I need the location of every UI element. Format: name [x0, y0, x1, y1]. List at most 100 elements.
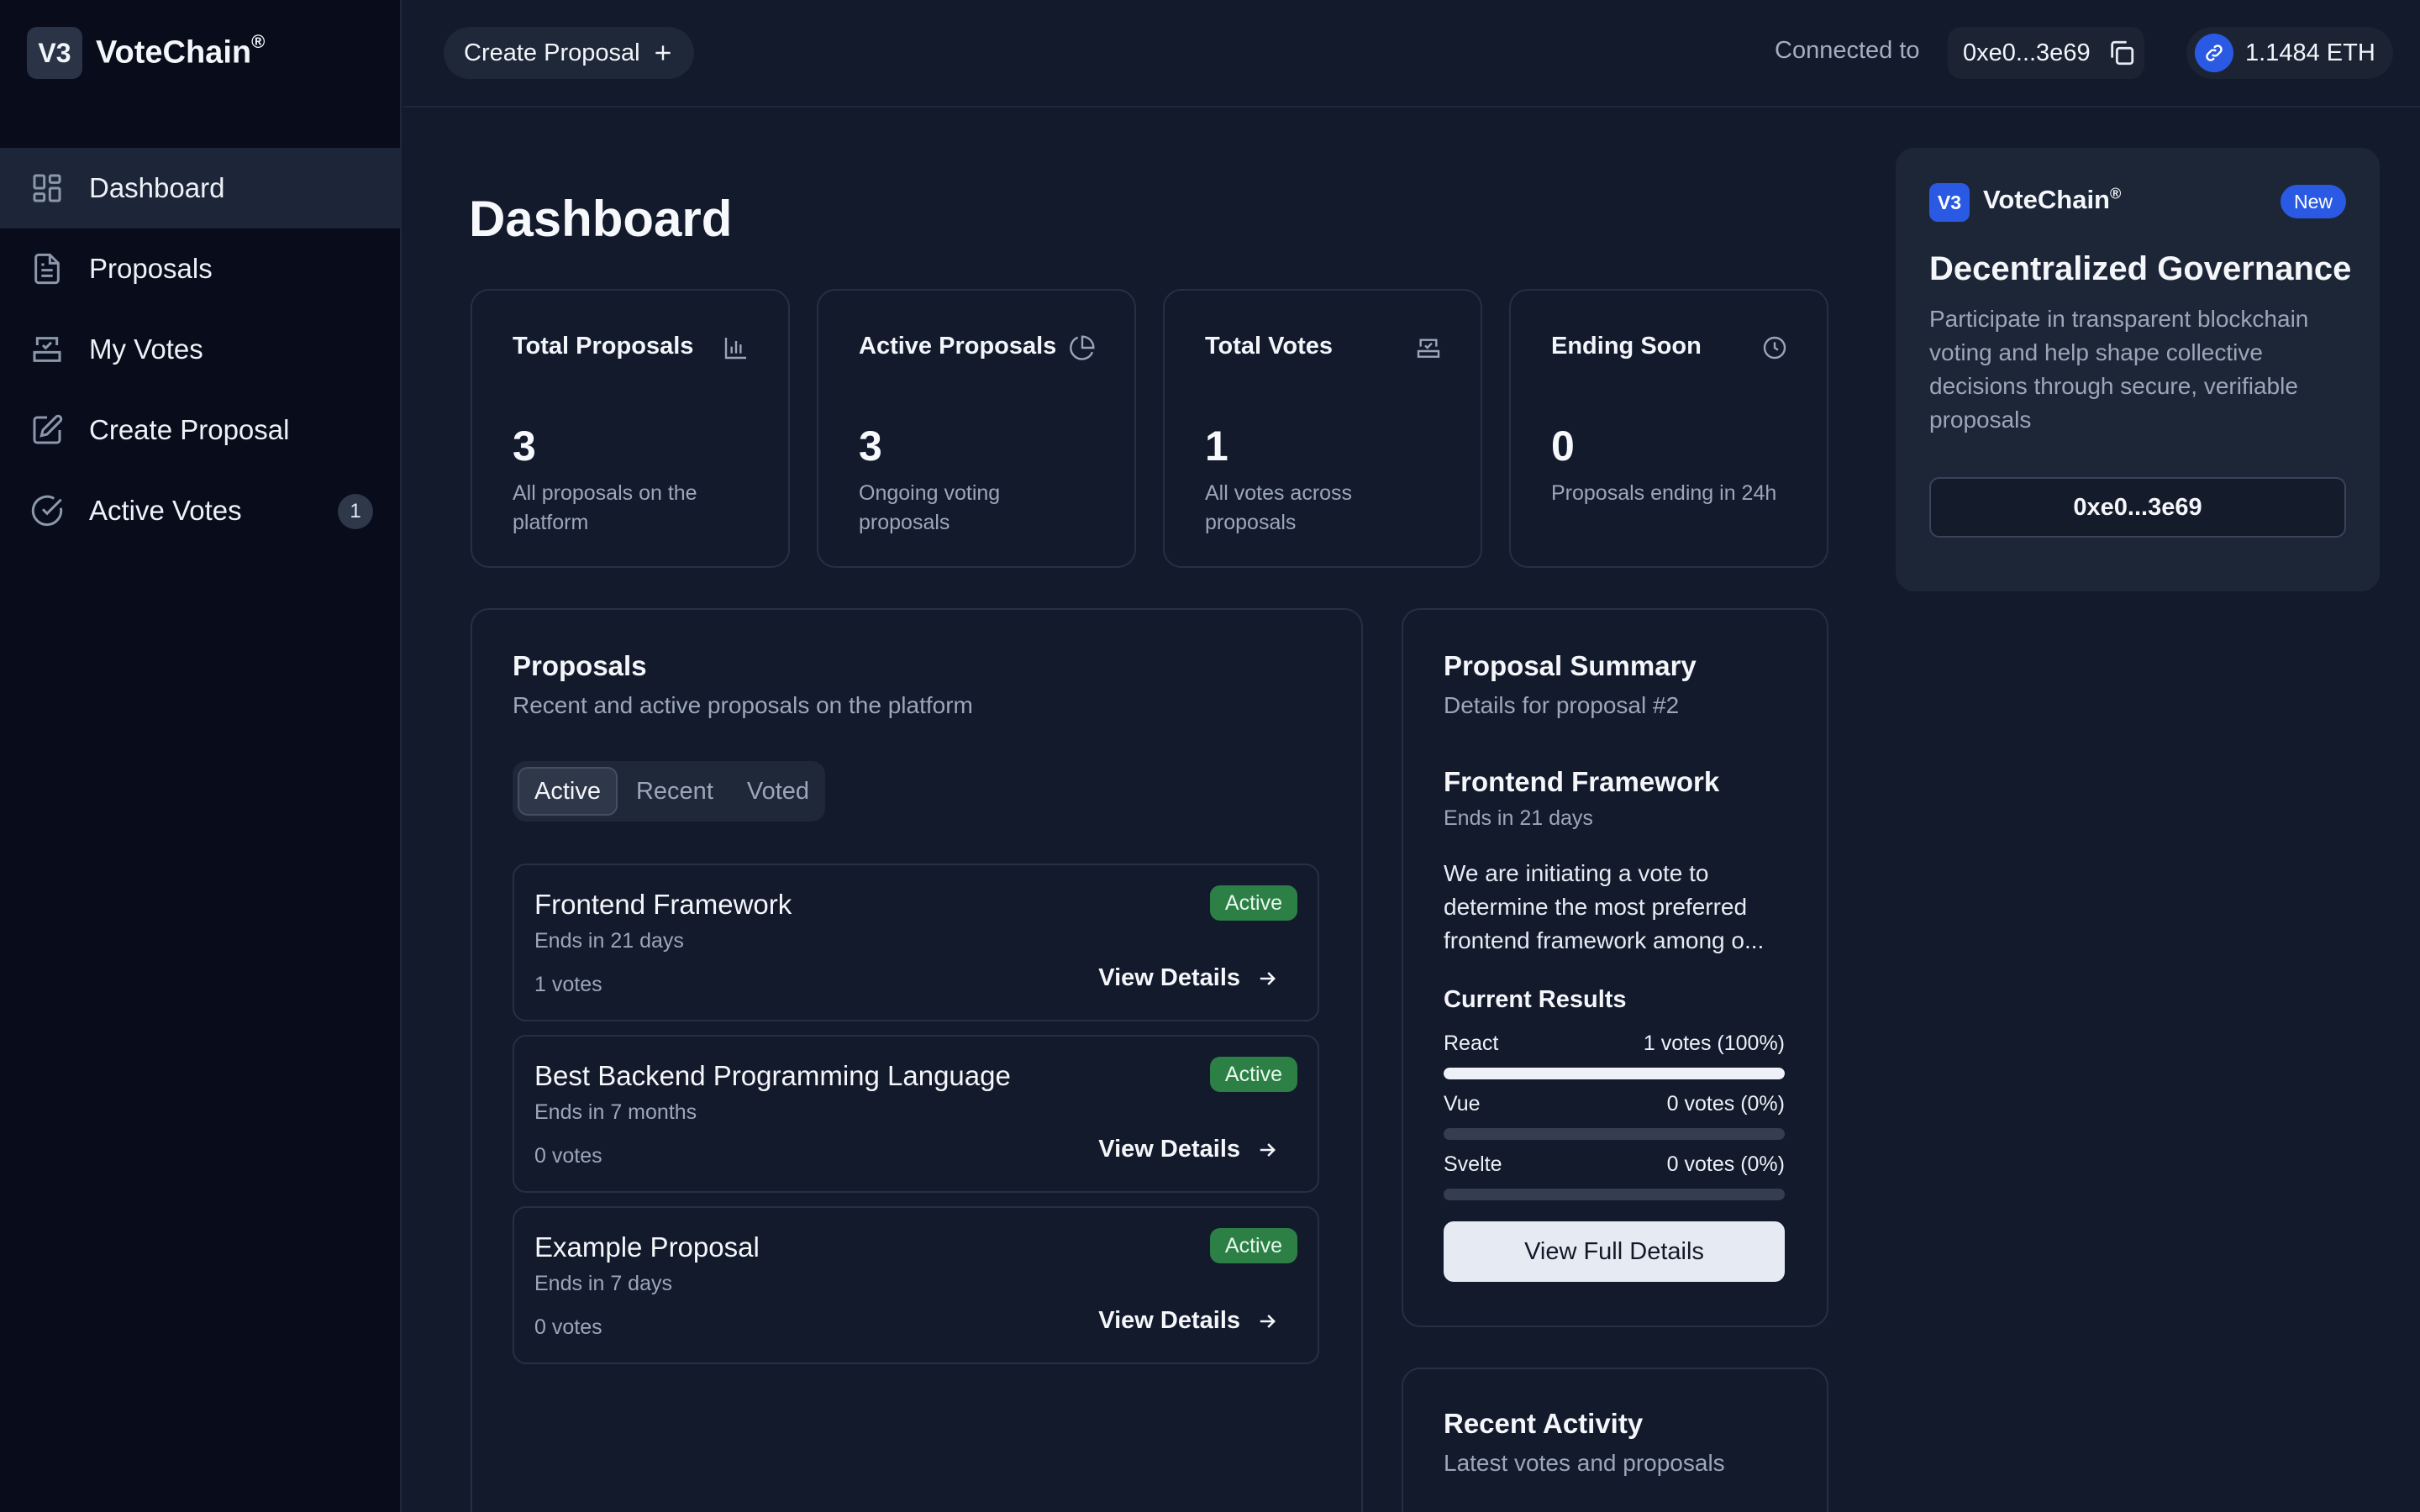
proposal-title: Frontend Framework — [534, 889, 792, 920]
panel-title: Proposal Summary — [1444, 650, 1697, 681]
promo-title: Decentralized Governance — [1929, 250, 2352, 287]
sidebar-item-label: Dashboard — [89, 172, 225, 203]
eth-balance: 1.1484 ETH — [2245, 39, 2375, 66]
promo-wallet-address-button[interactable]: 0xe0...3e69 — [1929, 477, 2346, 538]
stat-value: 3 — [513, 423, 536, 470]
stat-value: 0 — [1551, 423, 1575, 470]
status-badge: Active — [1209, 885, 1297, 921]
result-row-vue: Vue 0 votes (0%) — [1444, 1092, 1785, 1140]
stat-title: Ending Soon — [1551, 333, 1702, 360]
registered-mark: ® — [251, 31, 266, 53]
stat-card-total-proposals: Total Proposals 3 All proposals on the p… — [471, 289, 790, 568]
edit-icon — [33, 414, 63, 444]
create-proposal-button[interactable]: Create Proposal — [444, 27, 694, 79]
sidebar-nav: Dashboard Proposals My Votes Create Prop… — [0, 148, 402, 551]
wallet-address-pill[interactable]: 0xe0...3e69 — [1948, 27, 2144, 79]
proposal-deadline: Ends in 7 days — [534, 1272, 672, 1295]
promo-description: Participate in transparent blockchain vo… — [1929, 306, 2309, 433]
create-proposal-label: Create Proposal — [464, 39, 640, 66]
app-name: VoteChain® — [96, 31, 266, 71]
stat-card-active-proposals: Active Proposals 3 Ongoing voting propos… — [817, 289, 1136, 568]
stat-card-ending-soon: Ending Soon 0 Proposals ending in 24h — [1509, 289, 1828, 568]
sidebar-item-create-proposal[interactable]: Create Proposal — [0, 390, 402, 470]
registered-mark: ® — [2110, 185, 2122, 202]
result-votes: 0 votes (0%) — [1666, 1092, 1785, 1116]
pie-chart-icon — [1070, 335, 1095, 360]
active-votes-count-badge: 1 — [338, 494, 373, 529]
page-title: Dashboard — [469, 191, 733, 247]
view-details-label: View Details — [1098, 1136, 1240, 1163]
result-progress-fill — [1444, 1068, 1785, 1079]
sidebar-item-label: Proposals — [89, 253, 213, 284]
recent-activity-panel: Recent Activity Latest votes and proposa… — [1402, 1368, 1828, 1512]
list-item[interactable]: Best Backend Programming Language Ends i… — [513, 1035, 1319, 1193]
status-badge: Active — [1209, 1228, 1297, 1263]
result-votes: 0 votes (0%) — [1666, 1152, 1785, 1176]
result-progress-bar — [1444, 1128, 1785, 1140]
promo-brand: VoteChain® — [1983, 185, 2121, 215]
check-circle-icon — [31, 495, 63, 527]
sidebar-item-proposals[interactable]: Proposals — [0, 228, 402, 309]
result-row-svelte: Svelte 0 votes (0%) — [1444, 1152, 1785, 1200]
view-full-details-button[interactable]: View Full Details — [1444, 1221, 1785, 1282]
new-badge: New — [2280, 185, 2346, 218]
connected-label: Connected to — [1775, 37, 1920, 64]
ballot-box-icon — [33, 337, 61, 362]
summary-deadline: Ends in 21 days — [1444, 806, 1593, 830]
result-option: React — [1444, 1032, 1499, 1055]
sidebar: V3 VoteChain® Dashboard Proposals My Vot… — [0, 0, 402, 1512]
proposals-panel: Proposals Recent and active proposals on… — [471, 608, 1363, 1512]
current-results-title: Current Results — [1444, 986, 1627, 1013]
panel-subtitle: Recent and active proposals on the platf… — [513, 692, 973, 718]
promo-logo-mark: V3 — [1929, 183, 1970, 222]
app-logo[interactable]: V3 VoteChain® — [27, 25, 265, 81]
view-details-link[interactable]: View Details — [1098, 964, 1279, 992]
stat-title: Total Proposals — [513, 333, 694, 360]
tab-voted[interactable]: Voted — [732, 767, 824, 816]
sidebar-item-label: Create Proposal — [89, 414, 290, 445]
wallet-address: 0xe0...3e69 — [1963, 39, 2091, 66]
view-details-link[interactable]: View Details — [1098, 1136, 1279, 1163]
bar-chart-icon — [724, 338, 746, 360]
tab-recent[interactable]: Recent — [621, 767, 729, 816]
view-details-link[interactable]: View Details — [1098, 1307, 1279, 1335]
stat-description: All votes across proposals — [1205, 481, 1353, 534]
panel-subtitle: Latest votes and proposals — [1444, 1450, 1725, 1476]
dashboard-icon — [33, 174, 61, 202]
panel-title: Recent Activity — [1444, 1408, 1644, 1439]
result-option: Svelte — [1444, 1152, 1502, 1176]
proposal-tabs: Active Recent Voted — [513, 761, 825, 822]
proposal-vote-count: 1 votes — [534, 973, 602, 996]
promo-brand-name: VoteChain — [1983, 185, 2110, 214]
sidebar-item-active-votes[interactable]: Active Votes 1 — [0, 470, 402, 551]
panel-subtitle: Details for proposal #2 — [1444, 692, 1680, 718]
proposal-title: Best Backend Programming Language — [534, 1060, 1011, 1091]
summary-description: We are initiating a vote to determine th… — [1444, 860, 1765, 953]
status-badge: Active — [1209, 1057, 1297, 1092]
proposal-summary-panel: Proposal Summary Details for proposal #2… — [1402, 608, 1828, 1327]
result-progress-bar — [1444, 1189, 1785, 1200]
result-votes: 1 votes (100%) — [1643, 1032, 1785, 1055]
view-details-label: View Details — [1098, 1307, 1240, 1334]
plus-icon — [655, 45, 671, 60]
stat-description: All proposals on the platform — [513, 481, 697, 534]
stat-title: Total Votes — [1205, 333, 1333, 360]
eth-balance-pill[interactable]: 1.1484 ETH — [2186, 27, 2393, 79]
summary-proposal-title: Frontend Framework — [1444, 766, 1720, 797]
proposal-title: Example Proposal — [534, 1231, 760, 1263]
view-details-label: View Details — [1098, 964, 1240, 991]
stat-title: Active Proposals — [859, 333, 1057, 360]
result-progress-bar — [1444, 1068, 1785, 1079]
arrow-right-icon — [1260, 1314, 1276, 1328]
app-name-text: VoteChain — [96, 34, 252, 71]
sidebar-item-dashboard[interactable]: Dashboard — [0, 148, 402, 228]
stat-description: Proposals ending in 24h — [1551, 481, 1777, 505]
sidebar-item-my-votes[interactable]: My Votes — [0, 309, 402, 390]
copy-icon[interactable] — [2107, 39, 2136, 67]
list-item[interactable]: Example Proposal Ends in 7 days 0 votes … — [513, 1206, 1319, 1364]
proposal-vote-count: 0 votes — [534, 1144, 602, 1168]
panel-title: Proposals — [513, 650, 647, 681]
proposal-deadline: Ends in 7 months — [534, 1100, 697, 1124]
tab-active[interactable]: Active — [518, 767, 618, 816]
list-item[interactable]: Frontend Framework Ends in 21 days 1 vot… — [513, 864, 1319, 1021]
